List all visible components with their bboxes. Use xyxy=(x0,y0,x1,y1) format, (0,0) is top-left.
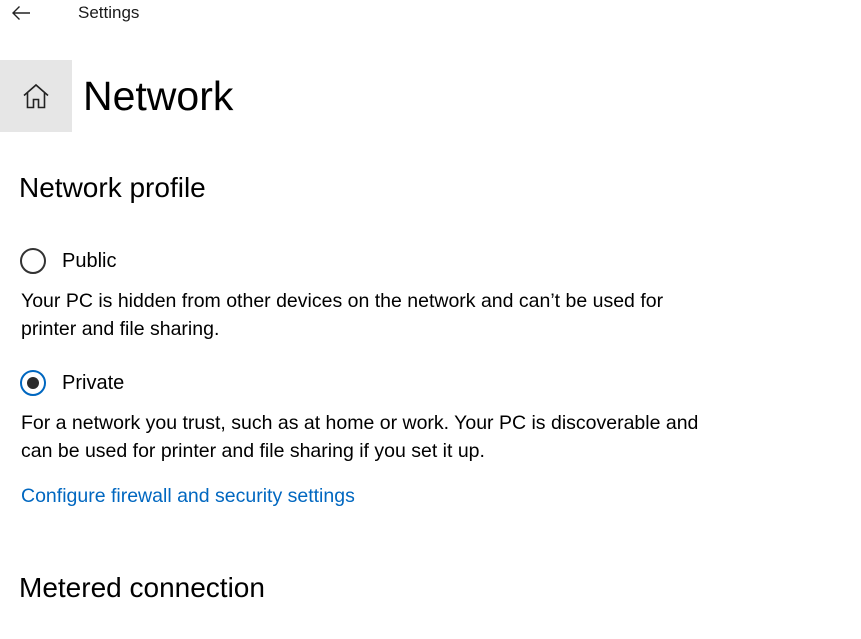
public-radio-label: Public xyxy=(62,249,117,272)
private-radio-label: Private xyxy=(62,371,125,394)
public-radio-option[interactable]: Public xyxy=(20,248,116,274)
home-icon xyxy=(23,83,49,109)
configure-firewall-link[interactable]: Configure firewall and security settings xyxy=(21,485,355,508)
public-radio-button[interactable] xyxy=(20,248,46,274)
home-button[interactable] xyxy=(0,60,72,132)
public-description: Your PC is hidden from other devices on … xyxy=(21,290,664,340)
app-title: Settings xyxy=(78,3,140,22)
network-profile-heading: Network profile xyxy=(19,172,206,203)
private-radio-button[interactable] xyxy=(20,370,46,396)
metered-connection-heading: Metered connection xyxy=(19,572,265,603)
arrow-left-icon xyxy=(12,6,30,20)
settings-window: Settings Network Network profile Public … xyxy=(0,0,861,639)
page-title: Network xyxy=(83,73,234,119)
private-radio-option[interactable]: Private xyxy=(20,370,124,396)
back-button[interactable] xyxy=(4,0,38,26)
title-bar: Settings xyxy=(0,0,861,30)
private-description: For a network you trust, such as at home… xyxy=(21,412,699,462)
